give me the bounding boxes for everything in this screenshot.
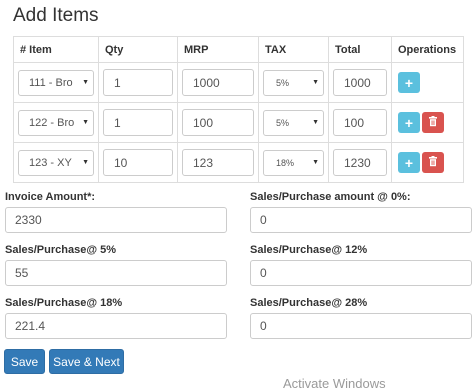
column-header-tax: TAX <box>258 36 329 63</box>
activate-windows-watermark: Activate Windows <box>283 376 386 391</box>
chevron-down-icon: ▼ <box>82 159 89 166</box>
row-operations: + <box>396 72 459 93</box>
total-input[interactable]: 100 <box>333 109 387 136</box>
tax-select-value: 18% <box>276 157 295 168</box>
table-row: 111 - Bro ▼ 1 1000 5% ▼ 1000 + <box>13 62 464 103</box>
add-row-button[interactable]: + <box>398 112 420 133</box>
chevron-down-icon: ▼ <box>312 159 319 166</box>
invoice-amount-label: Invoice Amount*: <box>5 191 96 203</box>
tax-select[interactable]: 5% ▼ <box>263 109 324 136</box>
total-input[interactable]: 1230 <box>333 149 387 176</box>
sales-18-label: Sales/Purchase@ 18% <box>5 297 123 309</box>
qty-input[interactable]: 1 <box>103 69 173 96</box>
trash-icon <box>428 154 438 172</box>
column-header-total: Total <box>328 36 392 63</box>
invoice-amount-input[interactable]: 2330 <box>5 207 227 233</box>
qty-input[interactable]: 1 <box>103 109 173 136</box>
table-row: 122 - Bro ▼ 1 100 5% ▼ 100 + <box>13 102 464 143</box>
tax-select[interactable]: 5% ▼ <box>263 69 324 96</box>
save-button[interactable]: Save <box>4 349 45 374</box>
column-header-item: # Item <box>13 36 99 63</box>
items-table: # Item Qty MRP TAX Total Operations 111 … <box>13 36 464 183</box>
sales-18-input[interactable]: 221.4 <box>5 313 227 339</box>
add-row-button[interactable]: + <box>398 72 420 93</box>
qty-input[interactable]: 10 <box>103 149 173 176</box>
tax-select[interactable]: 18% ▼ <box>263 149 324 176</box>
item-select-value: 122 - Bro <box>29 116 75 129</box>
item-select[interactable]: 123 - XY ▼ <box>18 149 94 176</box>
chevron-down-icon: ▼ <box>312 119 319 126</box>
row-operations: + <box>396 112 459 133</box>
sales-28-input[interactable]: 0 <box>250 313 472 339</box>
tax-select-value: 5% <box>276 77 290 88</box>
chevron-down-icon: ▼ <box>82 119 89 126</box>
table-header-row: # Item Qty MRP TAX Total Operations <box>13 36 464 63</box>
sales-0-label: Sales/Purchase amount @ 0%: <box>250 191 411 203</box>
save-next-button[interactable]: Save & Next <box>49 349 124 374</box>
sales-0-input[interactable]: 0 <box>250 207 472 233</box>
sales-5-label: Sales/Purchase@ 5% <box>5 244 117 256</box>
item-select-value: 123 - XY <box>29 156 72 169</box>
total-input[interactable]: 1000 <box>333 69 387 96</box>
column-header-mrp: MRP <box>177 36 259 63</box>
column-header-operations: Operations <box>391 36 464 63</box>
sales-12-input[interactable]: 0 <box>250 260 472 286</box>
mrp-input[interactable]: 123 <box>182 149 254 176</box>
mrp-input[interactable]: 1000 <box>182 69 254 96</box>
chevron-down-icon: ▼ <box>312 79 319 86</box>
plus-icon: + <box>404 74 414 91</box>
column-header-qty: Qty <box>98 36 178 63</box>
page-title: Add Items <box>13 5 99 26</box>
table-row: 123 - XY ▼ 10 123 18% ▼ 1230 + <box>13 142 464 183</box>
plus-icon: + <box>404 154 414 171</box>
chevron-down-icon: ▼ <box>82 79 89 86</box>
add-row-button[interactable]: + <box>398 152 420 173</box>
item-select[interactable]: 111 - Bro ▼ <box>18 69 94 96</box>
sales-5-input[interactable]: 55 <box>5 260 227 286</box>
item-select-value: 111 - Bro <box>29 76 73 89</box>
sales-28-label: Sales/Purchase@ 28% <box>250 297 368 309</box>
mrp-input[interactable]: 100 <box>182 109 254 136</box>
trash-icon <box>428 114 438 132</box>
plus-icon: + <box>404 114 414 131</box>
sales-12-label: Sales/Purchase@ 12% <box>250 244 368 256</box>
item-select[interactable]: 122 - Bro ▼ <box>18 109 94 136</box>
tax-select-value: 5% <box>276 117 290 128</box>
delete-row-button[interactable] <box>422 112 444 133</box>
delete-row-button[interactable] <box>422 152 444 173</box>
row-operations: + <box>396 152 459 173</box>
